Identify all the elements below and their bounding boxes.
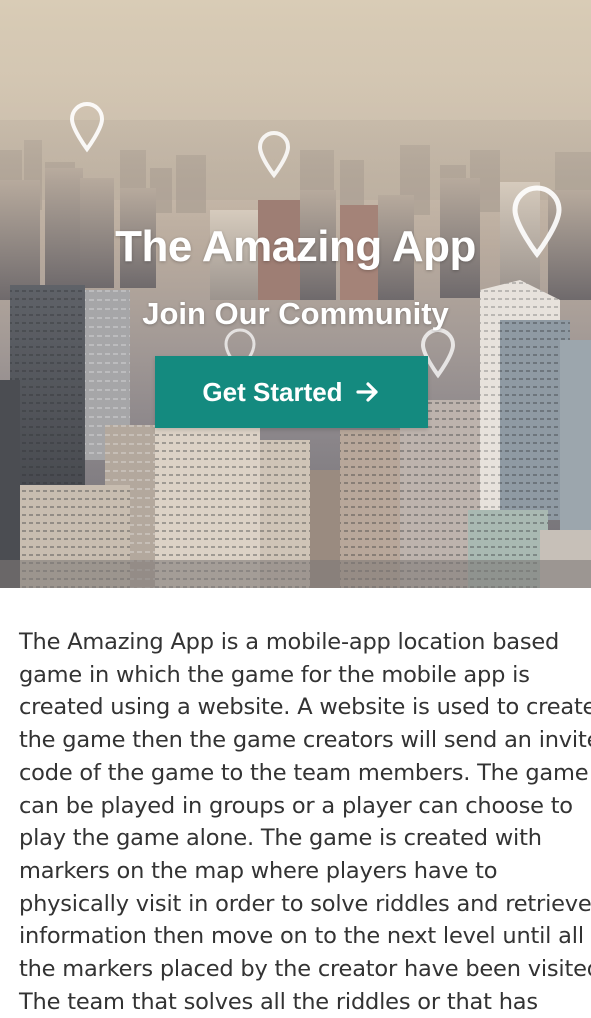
description-line: can be played in groups or a player can … <box>19 792 573 819</box>
description-line: the game then the game creators will sen… <box>19 727 591 754</box>
hero-subtitle: Join Our Community <box>142 296 449 331</box>
description-line: play the game alone. The game is created… <box>19 825 542 852</box>
get-started-button[interactable]: Get Started <box>155 356 428 428</box>
hero-title: The Amazing App <box>115 222 476 271</box>
description-line: created using a website. A website is us… <box>19 694 591 721</box>
arrow-right-icon <box>355 379 381 405</box>
get-started-label: Get Started <box>202 376 343 407</box>
description-line: markers on the map where players have to <box>19 857 498 884</box>
hero-banner: The Amazing App Join Our Community Get S… <box>0 0 591 588</box>
description-line: code of the game to the team members. Th… <box>19 759 589 786</box>
description-line: physically visit in order to solve riddl… <box>19 890 591 917</box>
description-line: The Amazing App is a mobile-app location… <box>19 629 560 655</box>
description-line: game in which the game for the mobile ap… <box>19 661 530 688</box>
description-line: information then move on to the next lev… <box>19 923 584 950</box>
app-description: The Amazing App is a mobile-app location… <box>19 626 591 1018</box>
city-skyline-background <box>0 0 591 588</box>
description-line: The team that solves all the riddles or … <box>19 988 538 1015</box>
description-line: the markers placed by the creator have b… <box>19 956 591 983</box>
